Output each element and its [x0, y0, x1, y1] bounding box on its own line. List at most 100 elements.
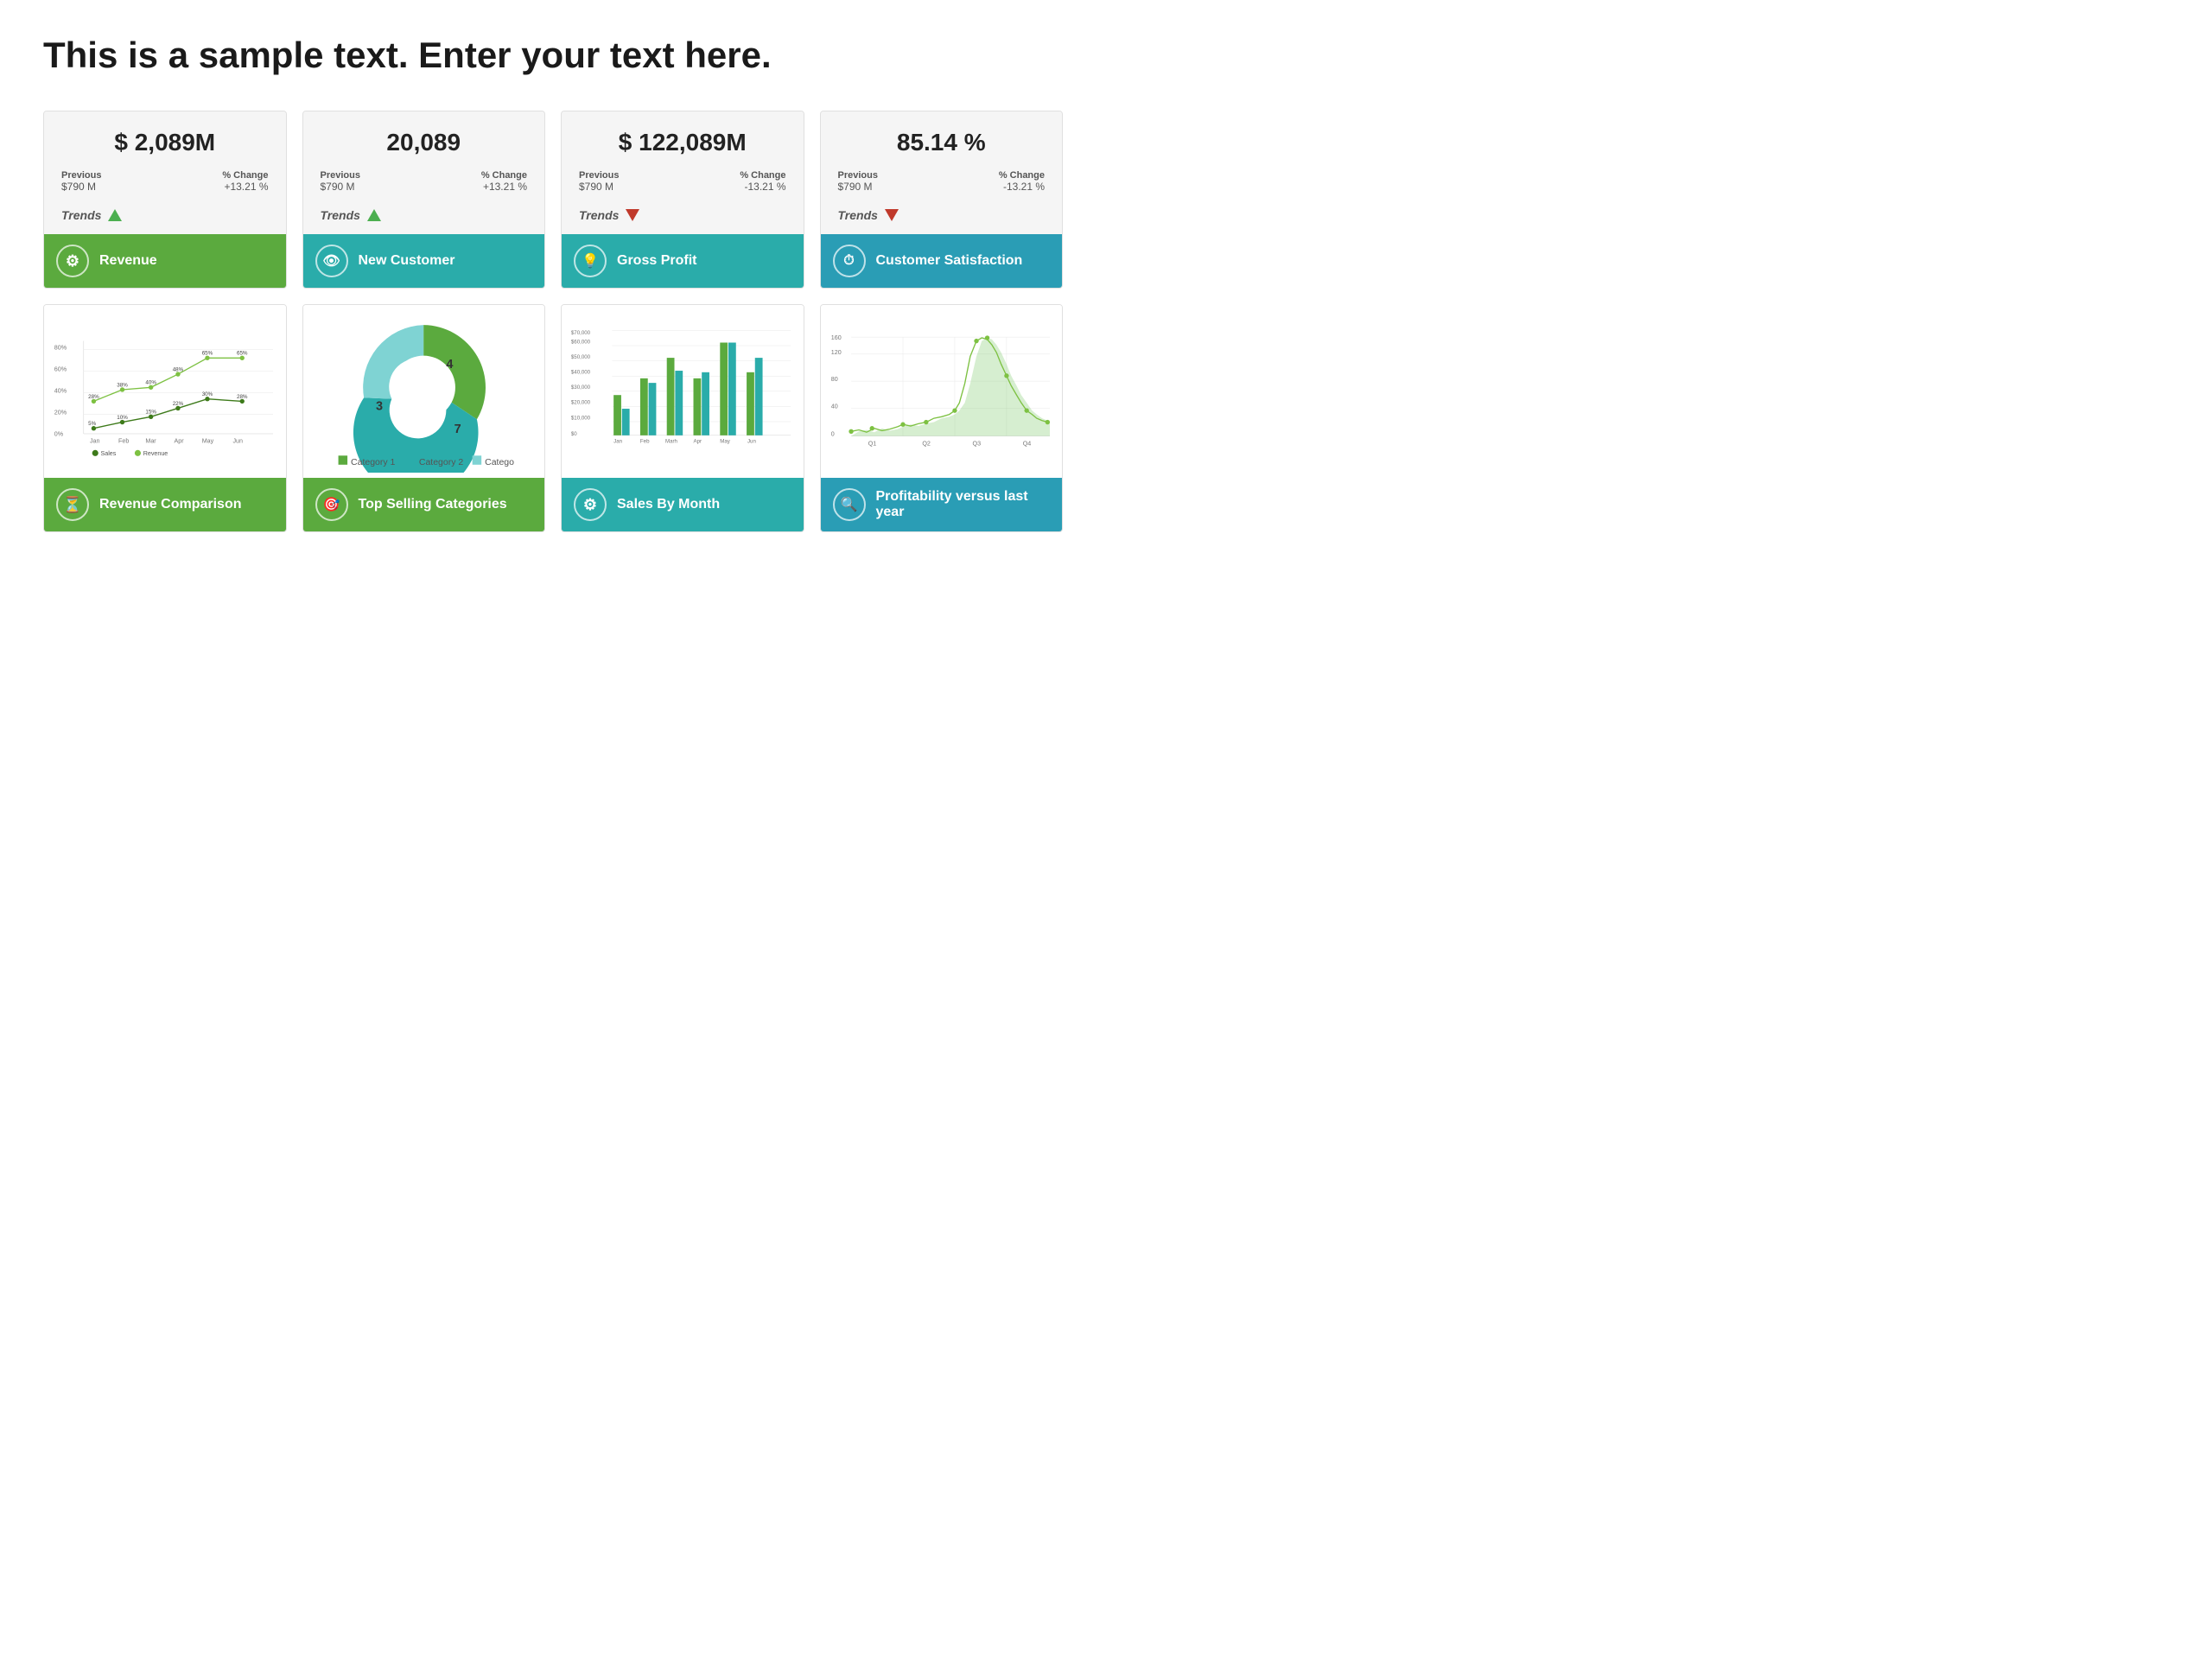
svg-text:65%: 65% [237, 351, 248, 357]
sales-by-month-chart: $0 $10,000 $20,000 $30,000 $40,000 $50,0… [562, 305, 804, 478]
kpi-card-customer-satisfaction: 85.14 % Previous $790 M % Change -13.21 … [820, 111, 1064, 289]
chart-card-revenue-comparison: 0% 20% 40% 60% 80% Jan Feb Mar Apr May J… [43, 304, 287, 532]
svg-text:Jun: Jun [232, 438, 243, 445]
svg-text:40: 40 [830, 403, 837, 410]
chart-card-top-selling: 4 3 7 Category 1 Category 2 Category 3 🎯… [302, 304, 546, 532]
sales-by-month-icon: ⚙ [574, 488, 607, 521]
svg-text:120: 120 [830, 349, 841, 356]
cs-previous-label: Previous [838, 170, 878, 181]
svg-text:Q2: Q2 [922, 440, 931, 447]
svg-text:48%: 48% [173, 366, 184, 372]
svg-text:28%: 28% [88, 394, 99, 400]
new-customer-trends-label: Trends [321, 208, 360, 222]
svg-text:10%: 10% [117, 415, 128, 421]
dashboard: $ 2,089M Previous $790 M % Change +13.21… [43, 111, 1063, 532]
svg-text:$70,000: $70,000 [571, 330, 591, 336]
cs-footer-label: Customer Satisfaction [876, 253, 1023, 269]
svg-text:Feb: Feb [640, 439, 650, 445]
top-selling-chart: 4 3 7 Category 1 Category 2 Category 3 [303, 305, 545, 478]
svg-text:5%: 5% [88, 421, 96, 427]
profitability-footer: 🔍 Profitability versus last year [821, 478, 1063, 531]
gross-profit-change-label: % Change [740, 170, 785, 181]
cs-trends-label: Trends [838, 208, 878, 222]
kpi-card-new-customer: 20,089 Previous $790 M % Change +13.21 %… [302, 111, 546, 289]
svg-text:7: 7 [454, 423, 461, 436]
svg-text:May: May [202, 438, 214, 445]
svg-text:Mar: Mar [145, 438, 156, 445]
svg-text:65%: 65% [202, 351, 213, 357]
svg-text:160: 160 [830, 334, 841, 341]
svg-text:0%: 0% [54, 431, 64, 438]
svg-text:3: 3 [376, 400, 383, 414]
svg-text:Jan: Jan [90, 438, 100, 445]
new-customer-icon: 👁 [315, 245, 348, 277]
revenue-comparison-footer-label: Revenue Comparison [99, 497, 241, 512]
revenue-value: $ 2,089M [61, 129, 269, 156]
svg-text:0: 0 [830, 431, 834, 438]
chart-card-profitability: 0 40 80 120 160 Q1 Q2 Q3 Q4 [820, 304, 1064, 532]
cs-previous-value: $790 M [838, 181, 878, 193]
svg-text:28%: 28% [237, 394, 248, 400]
svg-text:15%: 15% [145, 410, 156, 416]
top-selling-footer-label: Top Selling Categories [359, 497, 507, 512]
new-customer-change-label: % Change [481, 170, 527, 181]
new-customer-change-value: +13.21 % [481, 181, 527, 193]
svg-text:38%: 38% [117, 382, 128, 388]
revenue-trend-up-icon [108, 209, 122, 221]
gross-profit-previous-value: $790 M [579, 181, 619, 193]
svg-text:Category 3: Category 3 [485, 457, 514, 467]
revenue-comparison-footer: ⏳ Revenue Comparison [44, 478, 286, 531]
svg-text:Apr: Apr [174, 438, 184, 445]
svg-text:Feb: Feb [118, 438, 129, 445]
gross-profit-footer: 💡 Gross Profit [562, 234, 804, 288]
svg-text:60%: 60% [54, 365, 67, 372]
customer-satisfaction-value: 85.14 % [838, 129, 1046, 156]
sales-by-month-footer-label: Sales By Month [617, 497, 720, 512]
cs-change-value: -13.21 % [999, 181, 1045, 193]
svg-text:22%: 22% [173, 401, 184, 407]
top-selling-footer: 🎯 Top Selling Categories [303, 478, 545, 531]
svg-text:Q1: Q1 [868, 440, 876, 447]
cs-footer: ⏱ Customer Satisfaction [821, 234, 1063, 288]
gross-profit-previous-label: Previous [579, 170, 619, 181]
gross-profit-icon: 💡 [574, 245, 607, 277]
svg-text:Category 1: Category 1 [351, 457, 396, 467]
svg-text:Jun: Jun [747, 439, 756, 445]
svg-text:$40,000: $40,000 [571, 370, 591, 376]
svg-text:$20,000: $20,000 [571, 400, 591, 406]
revenue-comparison-icon: ⏳ [56, 488, 89, 521]
new-customer-value: 20,089 [321, 129, 528, 156]
svg-text:20%: 20% [54, 410, 67, 416]
new-customer-footer-label: New Customer [359, 253, 455, 269]
svg-text:$10,000: $10,000 [571, 415, 591, 421]
svg-text:$30,000: $30,000 [571, 385, 591, 391]
new-customer-previous-value: $790 M [321, 181, 360, 193]
svg-text:40%: 40% [145, 380, 156, 386]
profitability-chart: 0 40 80 120 160 Q1 Q2 Q3 Q4 [821, 305, 1063, 478]
svg-text:Q4: Q4 [1022, 440, 1031, 447]
revenue-footer: ⚙ Revenue [44, 234, 286, 288]
svg-text:80%: 80% [54, 344, 67, 351]
revenue-previous-value: $790 M [61, 181, 101, 193]
svg-text:Q3: Q3 [972, 440, 981, 447]
revenue-change-label: % Change [222, 170, 268, 181]
cs-change-label: % Change [999, 170, 1045, 181]
profitability-icon: 🔍 [833, 488, 866, 521]
svg-text:40%: 40% [54, 388, 67, 395]
svg-text:May: May [720, 439, 731, 445]
new-customer-footer: 👁 New Customer [303, 234, 545, 288]
svg-text:Marh: Marh [665, 439, 678, 445]
svg-text:Sales: Sales [100, 450, 116, 457]
svg-text:30%: 30% [202, 391, 213, 397]
new-customer-trend-up-icon [367, 209, 381, 221]
revenue-change-value: +13.21 % [222, 181, 268, 193]
gross-profit-value: $ 122,089M [579, 129, 786, 156]
svg-text:Revenue: Revenue [143, 450, 168, 457]
gross-profit-trend-down-icon [626, 209, 639, 221]
svg-text:$0: $0 [571, 431, 577, 437]
svg-text:Category 2: Category 2 [419, 457, 464, 467]
top-selling-icon: 🎯 [315, 488, 348, 521]
cs-icon: ⏱ [833, 245, 866, 277]
page-title: This is a sample text. Enter your text h… [43, 35, 1063, 76]
gross-profit-change-value: -13.21 % [740, 181, 785, 193]
